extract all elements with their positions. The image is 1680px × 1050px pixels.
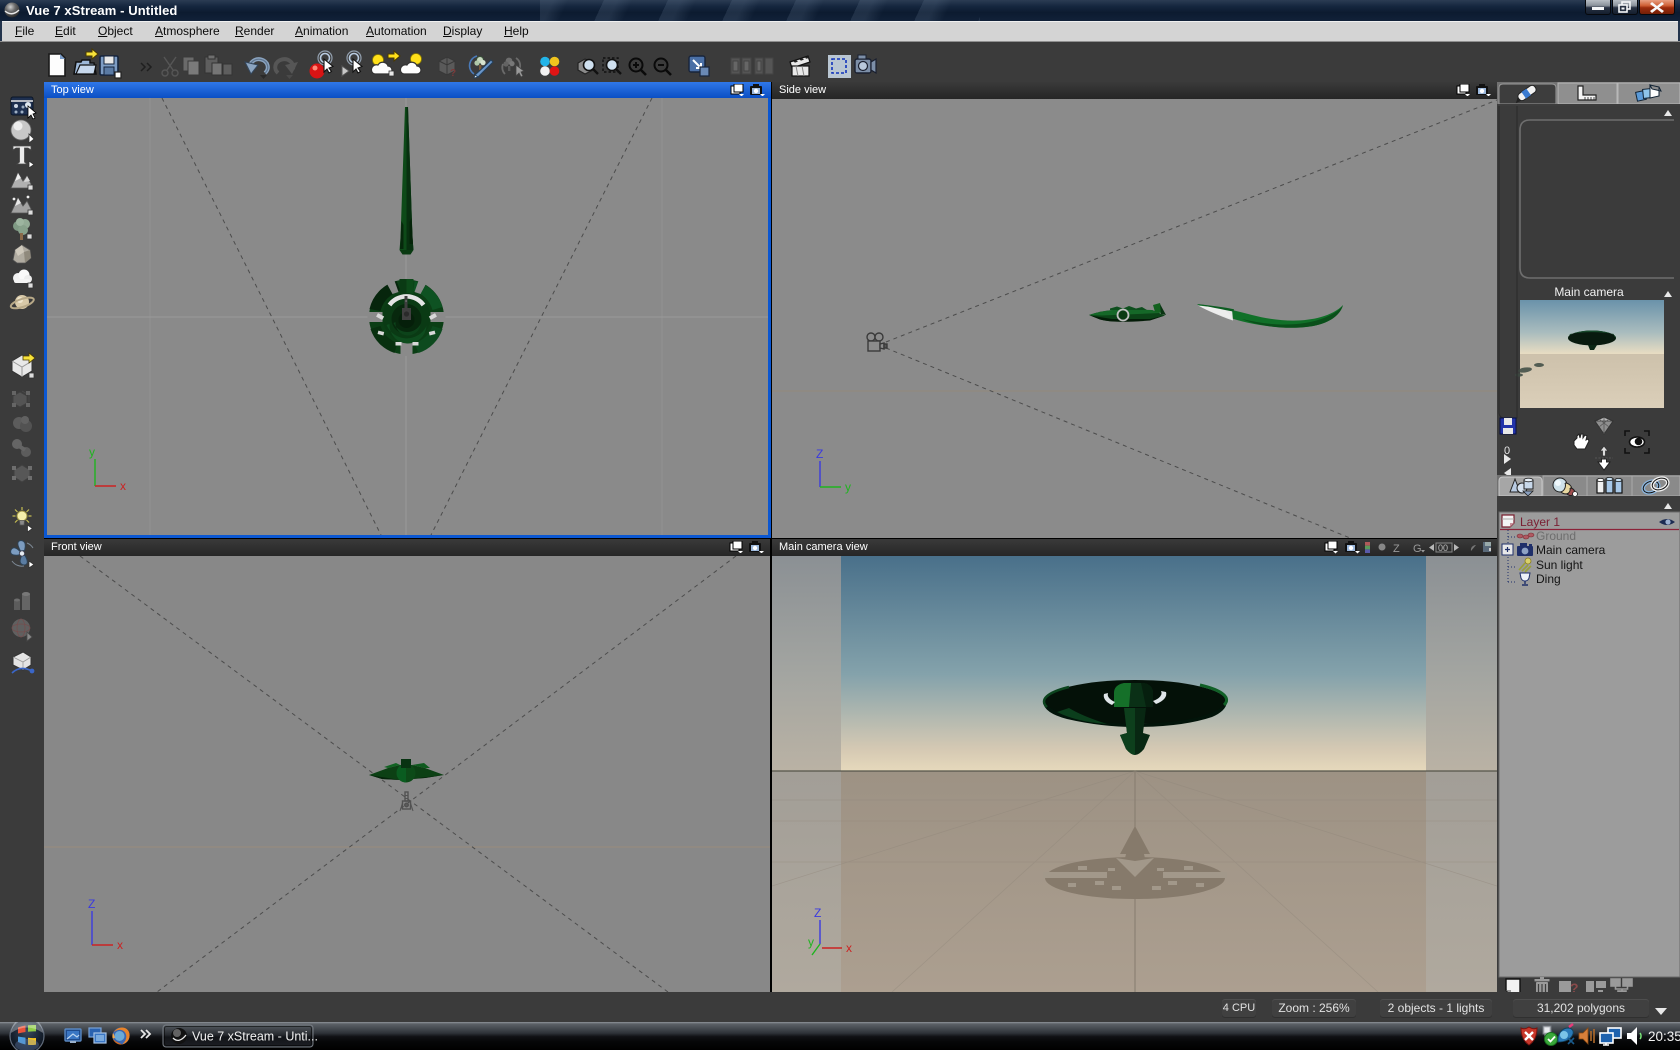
svg-text:x: x [846,941,852,955]
svg-text:Sun light: Sun light [1536,558,1583,572]
svg-text:Ding: Ding [1536,572,1561,586]
svg-text:x: x [117,938,123,952]
svg-text:y: y [89,445,95,459]
svg-text:x: x [120,479,126,493]
svg-text:Z: Z [1393,543,1400,554]
svg-text:y: y [808,935,814,949]
svg-text:Main camera: Main camera [1554,285,1624,299]
svg-text:Z: Z [88,897,95,911]
svg-text:Z: Z [814,906,821,920]
svg-text:?: ? [450,68,456,79]
svg-text:00: 00 [1438,543,1448,553]
svg-text:G: G [1413,543,1422,554]
svg-text:Z: Z [816,447,823,461]
svg-text:Main camera: Main camera [1536,543,1606,557]
svg-text:y: y [845,480,851,494]
svg-text:20:35: 20:35 [1648,1029,1680,1044]
svg-text:?: ? [1570,980,1579,992]
svg-text:Ground: Ground [1536,529,1576,543]
svg-text:Vue 7 xStream - Unti...: Vue 7 xStream - Unti... [192,1030,318,1044]
svg-text:Layer 1: Layer 1 [1520,515,1560,529]
